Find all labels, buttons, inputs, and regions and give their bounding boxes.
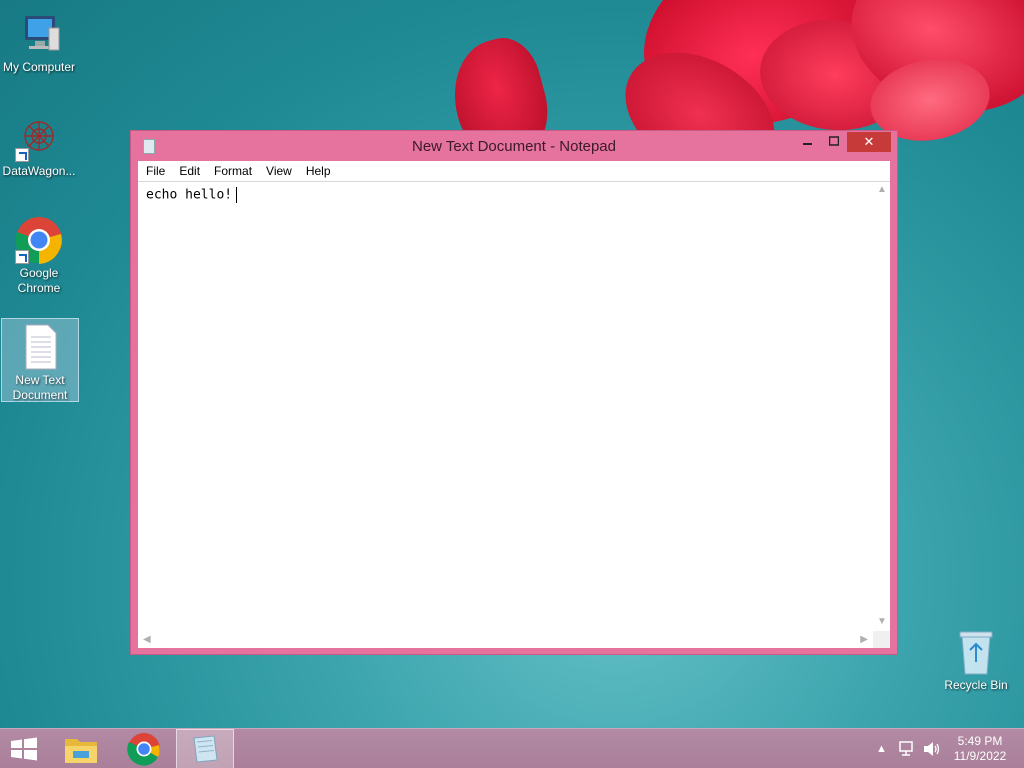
text-file-icon xyxy=(16,323,64,371)
taskbar-file-explorer[interactable] xyxy=(57,729,105,768)
network-icon[interactable] xyxy=(898,739,916,768)
desktop-icon-label: My Computer xyxy=(2,60,76,74)
clock-time: 5:49 PM xyxy=(957,734,1003,748)
window-title: New Text Document - Notepad xyxy=(412,138,616,155)
menu-help[interactable]: Help xyxy=(298,161,337,178)
notepad-window[interactable]: New Text Document - Notepad ✕ File Edit Fo… xyxy=(130,130,898,655)
notepad-icon xyxy=(193,735,218,763)
title-bar[interactable]: New Text Document - Notepad ✕ xyxy=(131,131,897,161)
desktop-icon-label: Google Chrome xyxy=(17,266,61,295)
scroll-down-icon[interactable]: ▼ xyxy=(877,616,887,627)
editor-text-value: echo hello! xyxy=(146,187,233,203)
minimize-icon xyxy=(803,143,812,145)
desktop-icon-new-text-document[interactable]: New Text Document xyxy=(1,318,79,402)
start-icon xyxy=(11,737,37,761)
desktop-icon-my-computer[interactable]: My Computer xyxy=(0,6,78,75)
computer-icon xyxy=(15,10,63,58)
vertical-scrollbar[interactable]: ▲ ▼ xyxy=(873,182,890,629)
file-explorer-icon xyxy=(65,739,97,763)
close-icon: ✕ xyxy=(863,134,875,149)
system-clock[interactable]: 5:49 PM 11/9/2022 xyxy=(950,734,1010,768)
scroll-left-icon[interactable]: ◀ xyxy=(143,634,151,645)
scroll-up-icon[interactable]: ▲ xyxy=(877,184,887,195)
desktop-icon-label: DataWagon... xyxy=(2,164,76,178)
menu-format[interactable]: Format xyxy=(206,161,258,178)
text-editor[interactable]: echo hello! ▲ ▼ ◀ ▶ xyxy=(138,182,890,648)
recycle-bin-icon xyxy=(956,628,996,676)
menu-bar: File Edit Format View Help xyxy=(138,161,890,182)
taskbar: ▲ 5:49 PM 11/9/2022 xyxy=(0,728,1024,768)
datawagon-icon xyxy=(15,114,63,162)
menu-edit[interactable]: Edit xyxy=(171,161,206,178)
shortcut-arrow-icon xyxy=(15,148,29,162)
desktop-icon-label: Recycle Bin xyxy=(944,678,1008,692)
chrome-icon xyxy=(15,216,63,264)
menu-view[interactable]: View xyxy=(258,161,298,178)
scroll-right-icon[interactable]: ▶ xyxy=(860,634,868,645)
desktop-icon-google-chrome[interactable]: Google Chrome xyxy=(0,212,78,296)
show-hidden-icons-button[interactable]: ▲ xyxy=(876,743,887,768)
shortcut-arrow-icon xyxy=(15,250,29,264)
maximize-icon xyxy=(828,136,840,146)
maximize-button[interactable] xyxy=(821,132,847,152)
horizontal-scrollbar[interactable]: ◀ ▶ xyxy=(138,631,873,648)
minimize-button[interactable] xyxy=(795,132,821,152)
chevron-up-icon: ▲ xyxy=(876,743,887,755)
desktop-icon-datawagon[interactable]: DataWagon... xyxy=(0,110,78,179)
text-caret xyxy=(236,187,238,203)
close-button[interactable]: ✕ xyxy=(847,132,891,152)
chrome-icon xyxy=(127,733,160,766)
clock-date: 11/9/2022 xyxy=(953,749,1007,763)
volume-icon[interactable] xyxy=(922,739,942,768)
desktop-icon-recycle-bin[interactable]: Recycle Bin xyxy=(937,628,1015,692)
taskbar-chrome[interactable] xyxy=(120,729,168,768)
resize-grip-icon[interactable] xyxy=(873,631,890,648)
start-button[interactable] xyxy=(0,729,48,768)
menu-file[interactable]: File xyxy=(138,161,171,178)
editor-text[interactable]: echo hello! xyxy=(146,187,238,203)
taskbar-notepad[interactable] xyxy=(176,729,234,768)
desktop-icon-label: New Text Document xyxy=(12,373,68,402)
